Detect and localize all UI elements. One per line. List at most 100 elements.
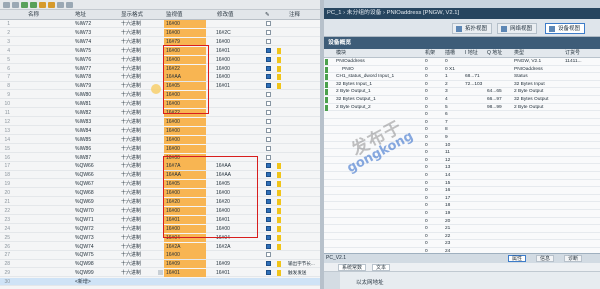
watch-row[interactable]: 27 %QW75 十六进制 16#00 — [0, 251, 320, 260]
modify-value-cell[interactable]: 16#00 — [216, 225, 258, 233]
modify-checkbox[interactable] — [266, 243, 271, 249]
modify-value-cell[interactable]: 16#00 — [216, 56, 258, 64]
address-cell[interactable]: %QW67 — [75, 180, 107, 188]
address-cell[interactable]: %QW69 — [75, 198, 107, 206]
modify-value-cell[interactable]: 16#00 — [216, 207, 258, 215]
modify-value-cell[interactable]: 16#01 — [216, 216, 258, 224]
address-cell[interactable]: %IW80 — [75, 91, 107, 99]
modify-value-cell[interactable] — [216, 251, 258, 259]
watch-row[interactable]: 24 %QW72 十六进制 16#00 16#00 — [0, 224, 320, 233]
watch-row[interactable]: 10 %IW81 十六进制 16#00 — [0, 100, 320, 109]
modify-checkbox[interactable] — [266, 110, 271, 115]
comment-cell[interactable] — [288, 171, 320, 179]
watch-row[interactable]: 19 %QW67 十六进制 16#05 16#05 — [0, 180, 320, 189]
modify-value-cell[interactable]: 16#01 — [216, 82, 258, 90]
modify-value-cell[interactable]: 16#20 — [216, 198, 258, 206]
format-cell[interactable]: 十六进制 — [121, 127, 159, 135]
address-cell[interactable]: %QW73 — [75, 234, 107, 242]
watch-row[interactable]: 9 %IW80 十六进制 16#00 — [0, 91, 320, 100]
format-cell[interactable]: 十六进制 — [121, 118, 159, 126]
comment-cell[interactable] — [288, 145, 320, 153]
watch-row[interactable]: 6 %IW77 十六进制 16#22 16#00 — [0, 64, 320, 73]
format-cell[interactable]: 十六进制 — [121, 145, 159, 153]
address-cell[interactable]: %QW74 — [75, 243, 107, 251]
modify-checkbox[interactable] — [266, 207, 271, 213]
modify-checkbox[interactable] — [266, 261, 271, 267]
watch-row[interactable]: 7 %IW78 十六进制 16#AA 16#00 — [0, 73, 320, 82]
overview-row[interactable]: 0 23 — [324, 240, 600, 248]
comment-cell[interactable] — [288, 162, 320, 170]
address-cell[interactable]: %IW82 — [75, 109, 107, 117]
modify-checkbox[interactable] — [266, 21, 271, 26]
format-cell[interactable]: 十六进制 — [121, 73, 159, 81]
format-cell[interactable]: 十六进制 — [121, 38, 159, 46]
comment-cell[interactable] — [288, 154, 320, 162]
address-cell[interactable]: %QW72 — [75, 225, 107, 233]
overview-row[interactable]: 0 21 — [324, 225, 600, 233]
modify-checkbox[interactable] — [266, 118, 271, 124]
address-cell[interactable]: %IW73 — [75, 29, 107, 37]
modify-value-cell[interactable]: 16#2C — [216, 29, 258, 37]
format-cell[interactable]: 十六进制 — [121, 65, 159, 73]
format-cell[interactable]: 十六进制 — [121, 260, 159, 268]
format-cell[interactable]: 十六进制 — [121, 154, 159, 162]
modify-checkbox[interactable] — [266, 56, 271, 62]
address-cell[interactable]: %QW98 — [75, 260, 107, 268]
overview-row[interactable]: 0 22 — [324, 232, 600, 241]
overview-row[interactable]: 0 17 — [324, 194, 600, 203]
modify-value-cell[interactable] — [216, 154, 258, 162]
modify-checkbox[interactable] — [266, 163, 271, 169]
format-cell[interactable]: 十六进制 — [121, 251, 159, 259]
address-cell[interactable]: %QW99 — [75, 269, 107, 277]
monitor-all-icon[interactable] — [21, 1, 28, 8]
overview-row[interactable]: 0 16 — [324, 187, 600, 195]
overview-row[interactable]: CH1_status_dword Input_1 0 1 68...71 Status — [324, 73, 600, 81]
modify-checkbox[interactable] — [266, 190, 271, 196]
modify-checkbox[interactable] — [266, 172, 271, 178]
address-cell[interactable]: %IW81 — [75, 100, 107, 108]
overview-row[interactable]: 07 — [324, 118, 600, 127]
modify-value-cell[interactable]: 16#AA — [216, 162, 258, 170]
modify-checkbox[interactable] — [266, 127, 271, 133]
modify-checkbox[interactable] — [266, 270, 271, 276]
format-cell[interactable]: 十六进制 — [121, 216, 159, 224]
modify-value-cell[interactable] — [216, 20, 258, 28]
insert-row-icon[interactable] — [3, 1, 10, 8]
overview-row[interactable]: 0 18 — [324, 202, 600, 210]
tab-topology[interactable]: 拓扑视图 — [452, 23, 493, 34]
watch-row[interactable]: 3 %IW74 十六进制 16#79 16#00 — [0, 37, 320, 46]
overview-row[interactable]: 32 Bytes Output_1 0 4 66...97 32 Bytes Outpu… — [324, 96, 600, 104]
comment-cell[interactable] — [288, 73, 320, 81]
watch-row[interactable]: 2 %IW73 十六进制 16#00 16#2C — [0, 28, 320, 38]
modify-value-cell[interactable] — [216, 136, 258, 144]
tab-device[interactable]: 设备视图 — [545, 23, 586, 34]
overview-row[interactable]: 2 Byte Output_1 0 3 64...65 2 Byte Output — [324, 88, 600, 96]
modify-value-cell[interactable] — [216, 278, 258, 286]
modify-value-cell[interactable] — [216, 91, 258, 99]
modify-value-cell[interactable]: 16#00 — [216, 189, 258, 197]
modify-checkbox[interactable] — [266, 154, 271, 160]
address-cell[interactable]: %IW86 — [75, 145, 107, 153]
watch-row[interactable]: 25 %QW73 十六进制 16#04 16#04 — [0, 233, 320, 242]
modify-value-cell[interactable]: 16#AA — [216, 171, 258, 179]
modify-value-cell[interactable]: 16#00 — [216, 38, 258, 46]
modify-checkbox[interactable] — [266, 225, 271, 231]
comment-cell[interactable] — [288, 109, 320, 117]
modify-checkbox[interactable] — [266, 92, 271, 98]
address-cell[interactable]: %QW70 — [75, 207, 107, 215]
watch-row[interactable]: 16 %IW87 十六进制 16#00 — [0, 153, 320, 162]
modify-value-cell[interactable] — [216, 109, 258, 117]
comment-cell[interactable] — [288, 38, 320, 46]
watch-row[interactable]: 11 %IW82 十六进制 16#22 — [0, 109, 320, 118]
modify-value-cell[interactable]: 16#2A — [216, 243, 258, 251]
comment-cell[interactable] — [288, 118, 320, 126]
address-cell[interactable]: %IW76 — [75, 56, 107, 64]
modify-now-icon[interactable] — [39, 1, 46, 8]
comment-cell[interactable] — [288, 243, 320, 251]
comment-cell[interactable] — [288, 47, 320, 55]
address-cell[interactable]: %IW72 — [75, 20, 107, 28]
modify-trigger-icon[interactable] — [48, 1, 55, 8]
modify-value-cell[interactable] — [216, 145, 258, 153]
modify-checkbox[interactable] — [266, 38, 271, 44]
modify-value-cell[interactable]: 16#00 — [216, 65, 258, 73]
